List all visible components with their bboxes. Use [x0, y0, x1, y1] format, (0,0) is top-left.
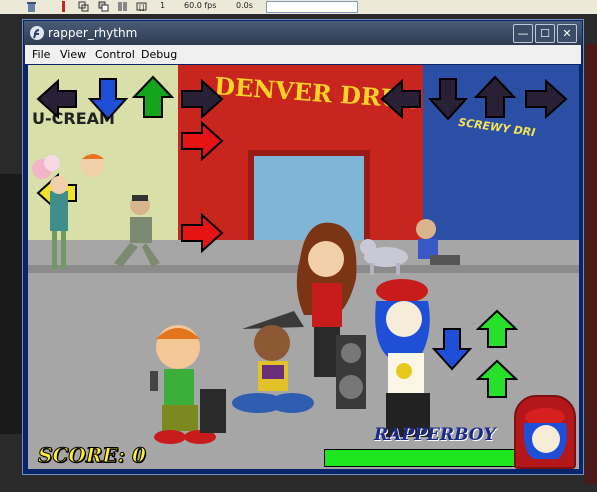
- opponent-up-arrow: [474, 75, 516, 118]
- current-frame: 1: [160, 1, 166, 10]
- opponent-name: RAPPERBOY: [374, 425, 496, 445]
- menu-debug[interactable]: Debug: [141, 48, 177, 61]
- flash-player-icon: [30, 26, 44, 40]
- opponent-up-note-2: [476, 359, 518, 398]
- right-note-red-2: [181, 213, 224, 253]
- opponent-down-arrow: [428, 78, 468, 121]
- running-man-sprite: [114, 195, 160, 267]
- sitting-kid-sprite: [416, 219, 460, 265]
- svg-text:[]: []: [139, 4, 145, 12]
- title-bar[interactable]: rapper_rhythm — ☐ ✕: [24, 21, 582, 45]
- health-bar: [324, 449, 518, 467]
- player-toolbar: [] 1 60.0 fps 0.0s: [0, 0, 597, 15]
- menu-bar: File View Control Debug: [25, 45, 581, 64]
- game-stage[interactable]: U-CREAM DENVER DRUGS SCREWY DRI SCORE: 0…: [28, 65, 579, 469]
- right-note-red: [181, 121, 224, 161]
- health-bar-fill: [325, 450, 517, 466]
- game-window: rapper_rhythm — ☐ ✕ File View Control De…: [23, 20, 583, 474]
- modify-markers-icon[interactable]: []: [136, 1, 147, 12]
- window-kid-sprite: [81, 153, 105, 177]
- opponent-right-arrow: [525, 79, 568, 119]
- menu-control[interactable]: Control: [95, 48, 135, 61]
- rapperboy-sprite: [375, 279, 430, 437]
- onion-outline-icon[interactable]: [98, 1, 109, 12]
- right-receptor-arrow: [181, 79, 224, 119]
- timeline-scrollbar[interactable]: [266, 1, 358, 13]
- close-button[interactable]: ✕: [557, 24, 577, 43]
- girlfriend-sprite: [296, 222, 366, 409]
- left-receptor-arrow: [36, 79, 77, 119]
- window-title: rapper_rhythm: [48, 26, 138, 40]
- frame-rate: 60.0 fps: [184, 1, 217, 10]
- opponent-portrait: [514, 395, 576, 469]
- maximize-button[interactable]: ☐: [535, 24, 555, 43]
- menu-file[interactable]: File: [32, 48, 50, 61]
- elapsed-time: 0.0s: [236, 1, 253, 10]
- score-display: SCORE: 0: [38, 443, 147, 468]
- down-receptor-arrow: [88, 78, 128, 121]
- trash-icon[interactable]: [26, 1, 37, 12]
- opponent-left-arrow: [380, 79, 421, 119]
- minimize-button[interactable]: —: [513, 24, 533, 43]
- edit-multiple-frames-icon[interactable]: [117, 1, 128, 12]
- opponent-up-note: [476, 309, 518, 348]
- ice-cream-kid-sprite: [32, 155, 68, 269]
- player-boyfriend-sprite: [150, 325, 226, 444]
- marker-icon[interactable]: [58, 1, 69, 12]
- background-panel-right: [585, 44, 597, 484]
- onion-skin-icon[interactable]: [78, 1, 89, 12]
- background-panel: [0, 174, 22, 434]
- menu-view[interactable]: View: [60, 48, 86, 61]
- up-receptor-arrow: [132, 75, 174, 118]
